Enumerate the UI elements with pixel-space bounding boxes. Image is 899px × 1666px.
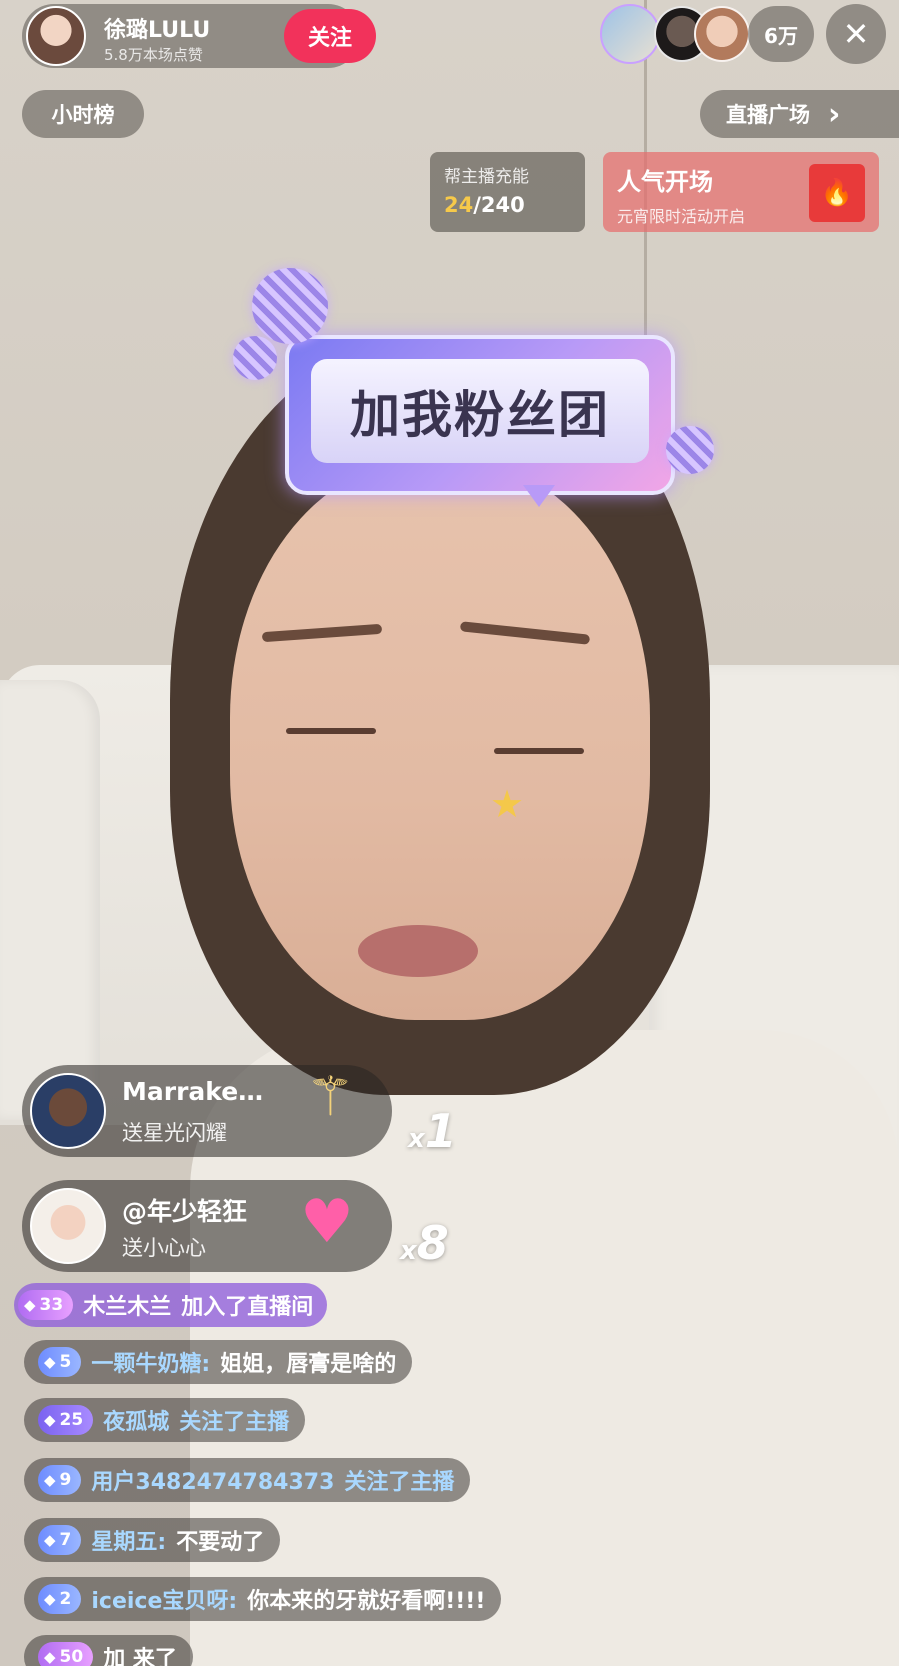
sofa-cushion-left <box>0 680 100 1120</box>
level-badge: ◆ 9 <box>38 1465 82 1495</box>
gem-icon: ◆ <box>44 1590 56 1608</box>
viewer-count[interactable]: 6万 <box>748 6 814 62</box>
gem-icon: ◆ <box>44 1648 56 1666</box>
host-info[interactable]: 徐璐LULU 5.8万本场点赞 关注 <box>22 4 376 68</box>
join-text: 加入了直播间 <box>181 1295 314 1320</box>
join-notice[interactable]: ◆ 33 木兰木兰 加入了直播间 <box>14 1283 328 1327</box>
gift-sender-avatar[interactable] <box>30 1073 106 1149</box>
gift-count: x8 <box>400 1216 449 1270</box>
fanclub-sticker: 加我粉丝团 <box>285 335 675 507</box>
gem-icon: ◆ <box>44 1471 56 1489</box>
left-eye <box>286 728 376 734</box>
host-name: 徐璐LULU <box>104 18 211 43</box>
gem-icon: ◆ <box>24 1296 36 1314</box>
chat-user-name[interactable]: 夜孤城 <box>103 1404 169 1436</box>
close-button[interactable]: ✕ <box>826 4 886 64</box>
viewer-avatar[interactable] <box>600 4 660 64</box>
gift-sender-avatar[interactable] <box>30 1188 106 1264</box>
level-badge: ◆ 50 <box>38 1642 94 1666</box>
gift-sender-name: Marrake… <box>122 1077 264 1106</box>
fanclub-bubble-tail <box>523 485 555 507</box>
discoball-right-icon <box>666 426 714 474</box>
charge-progress: 24/240 <box>444 193 585 217</box>
level-badge: ◆ 33 <box>18 1290 74 1320</box>
charge-total: /240 <box>473 193 525 217</box>
chat-user-name[interactable]: 一颗牛奶糖: <box>91 1346 210 1378</box>
chat-message[interactable]: ◆ 7 星期五: 不要动了 <box>24 1518 281 1562</box>
heart-icon: ♥ <box>300 1187 354 1257</box>
live-plaza-label: 直播广场 <box>726 103 810 127</box>
chevron-right-icon: › <box>828 96 841 132</box>
streamer-lips <box>358 925 478 977</box>
chat-message-partial[interactable]: ◆ 50 加 来了 <box>24 1635 193 1666</box>
level-badge: ◆ 7 <box>38 1525 82 1555</box>
level-badge: ◆ 5 <box>38 1347 82 1377</box>
follow-button[interactable]: 关注 <box>284 9 376 63</box>
discoball-small-icon <box>233 336 277 380</box>
chat-text: 你本来的牙就好看啊!!!! <box>247 1589 486 1614</box>
top-viewers[interactable] <box>600 2 750 68</box>
star-sticker-icon: ★ <box>490 782 525 826</box>
charge-current: 24 <box>444 193 474 217</box>
gem-icon: ◆ <box>44 1353 56 1371</box>
gem-icon: ◆ <box>44 1411 56 1429</box>
chat-message[interactable]: ◆ 25 夜孤城 关注了主播 <box>24 1398 306 1442</box>
gift-description: 送星光闪耀 <box>122 1121 227 1145</box>
fanclub-text: 加我粉丝团 <box>311 359 649 463</box>
chat-text: 关注了主播 <box>179 1410 290 1435</box>
wand-icon: ⚚ <box>306 1065 355 1128</box>
gift-box-icon: 🔥 <box>809 164 865 222</box>
viewer-avatar[interactable] <box>694 6 750 62</box>
right-eye <box>494 748 584 754</box>
chat-message[interactable]: ◆ 9 用户3482474784373 关注了主播 <box>24 1458 471 1502</box>
chat-text: 不要动了 <box>176 1530 265 1555</box>
chat-message[interactable]: ◆ 5 一颗牛奶糖: 姐姐，唇膏是啥的 <box>24 1340 413 1384</box>
chat-text: 姐姐，唇膏是啥的 <box>220 1352 397 1377</box>
gem-icon: ◆ <box>44 1531 56 1549</box>
chat-user-name[interactable]: 用户3482474784373 <box>91 1464 334 1496</box>
chat-message[interactable]: ◆ 2 iceice宝贝呀: 你本来的牙就好看啊!!!! <box>24 1577 502 1621</box>
chat-user-name[interactable]: iceice宝贝呀: <box>91 1583 237 1615</box>
live-plaza-button[interactable]: 直播广场 › <box>700 90 899 138</box>
gift-description: 送小心心 <box>122 1236 206 1260</box>
level-badge: ◆ 25 <box>38 1405 94 1435</box>
discoball-icon <box>252 268 328 344</box>
chat-text: 关注了主播 <box>344 1470 455 1495</box>
charge-card[interactable]: 帮主播充能 24/240 <box>430 152 585 232</box>
level-badge: ◆ 2 <box>38 1584 82 1614</box>
hourly-rank-button[interactable]: 小时榜 <box>22 90 144 138</box>
host-likes: 5.8万本场点赞 <box>104 46 203 64</box>
gift-count: x1 <box>408 1104 457 1158</box>
host-avatar[interactable] <box>26 6 86 66</box>
chat-message[interactable]: ◆ 50 加 来了 <box>24 1635 193 1666</box>
popular-opening-card[interactable]: 人气开场 元宵限时活动开启 🔥 <box>603 152 879 232</box>
join-user-name[interactable]: 木兰木兰 <box>83 1289 171 1321</box>
gift-sender-name: @年少轻狂 <box>122 1197 248 1226</box>
chat-user-name[interactable]: 星期五: <box>91 1524 166 1556</box>
charge-title: 帮主播充能 <box>444 167 529 187</box>
chat-text: 加 来了 <box>103 1647 177 1666</box>
